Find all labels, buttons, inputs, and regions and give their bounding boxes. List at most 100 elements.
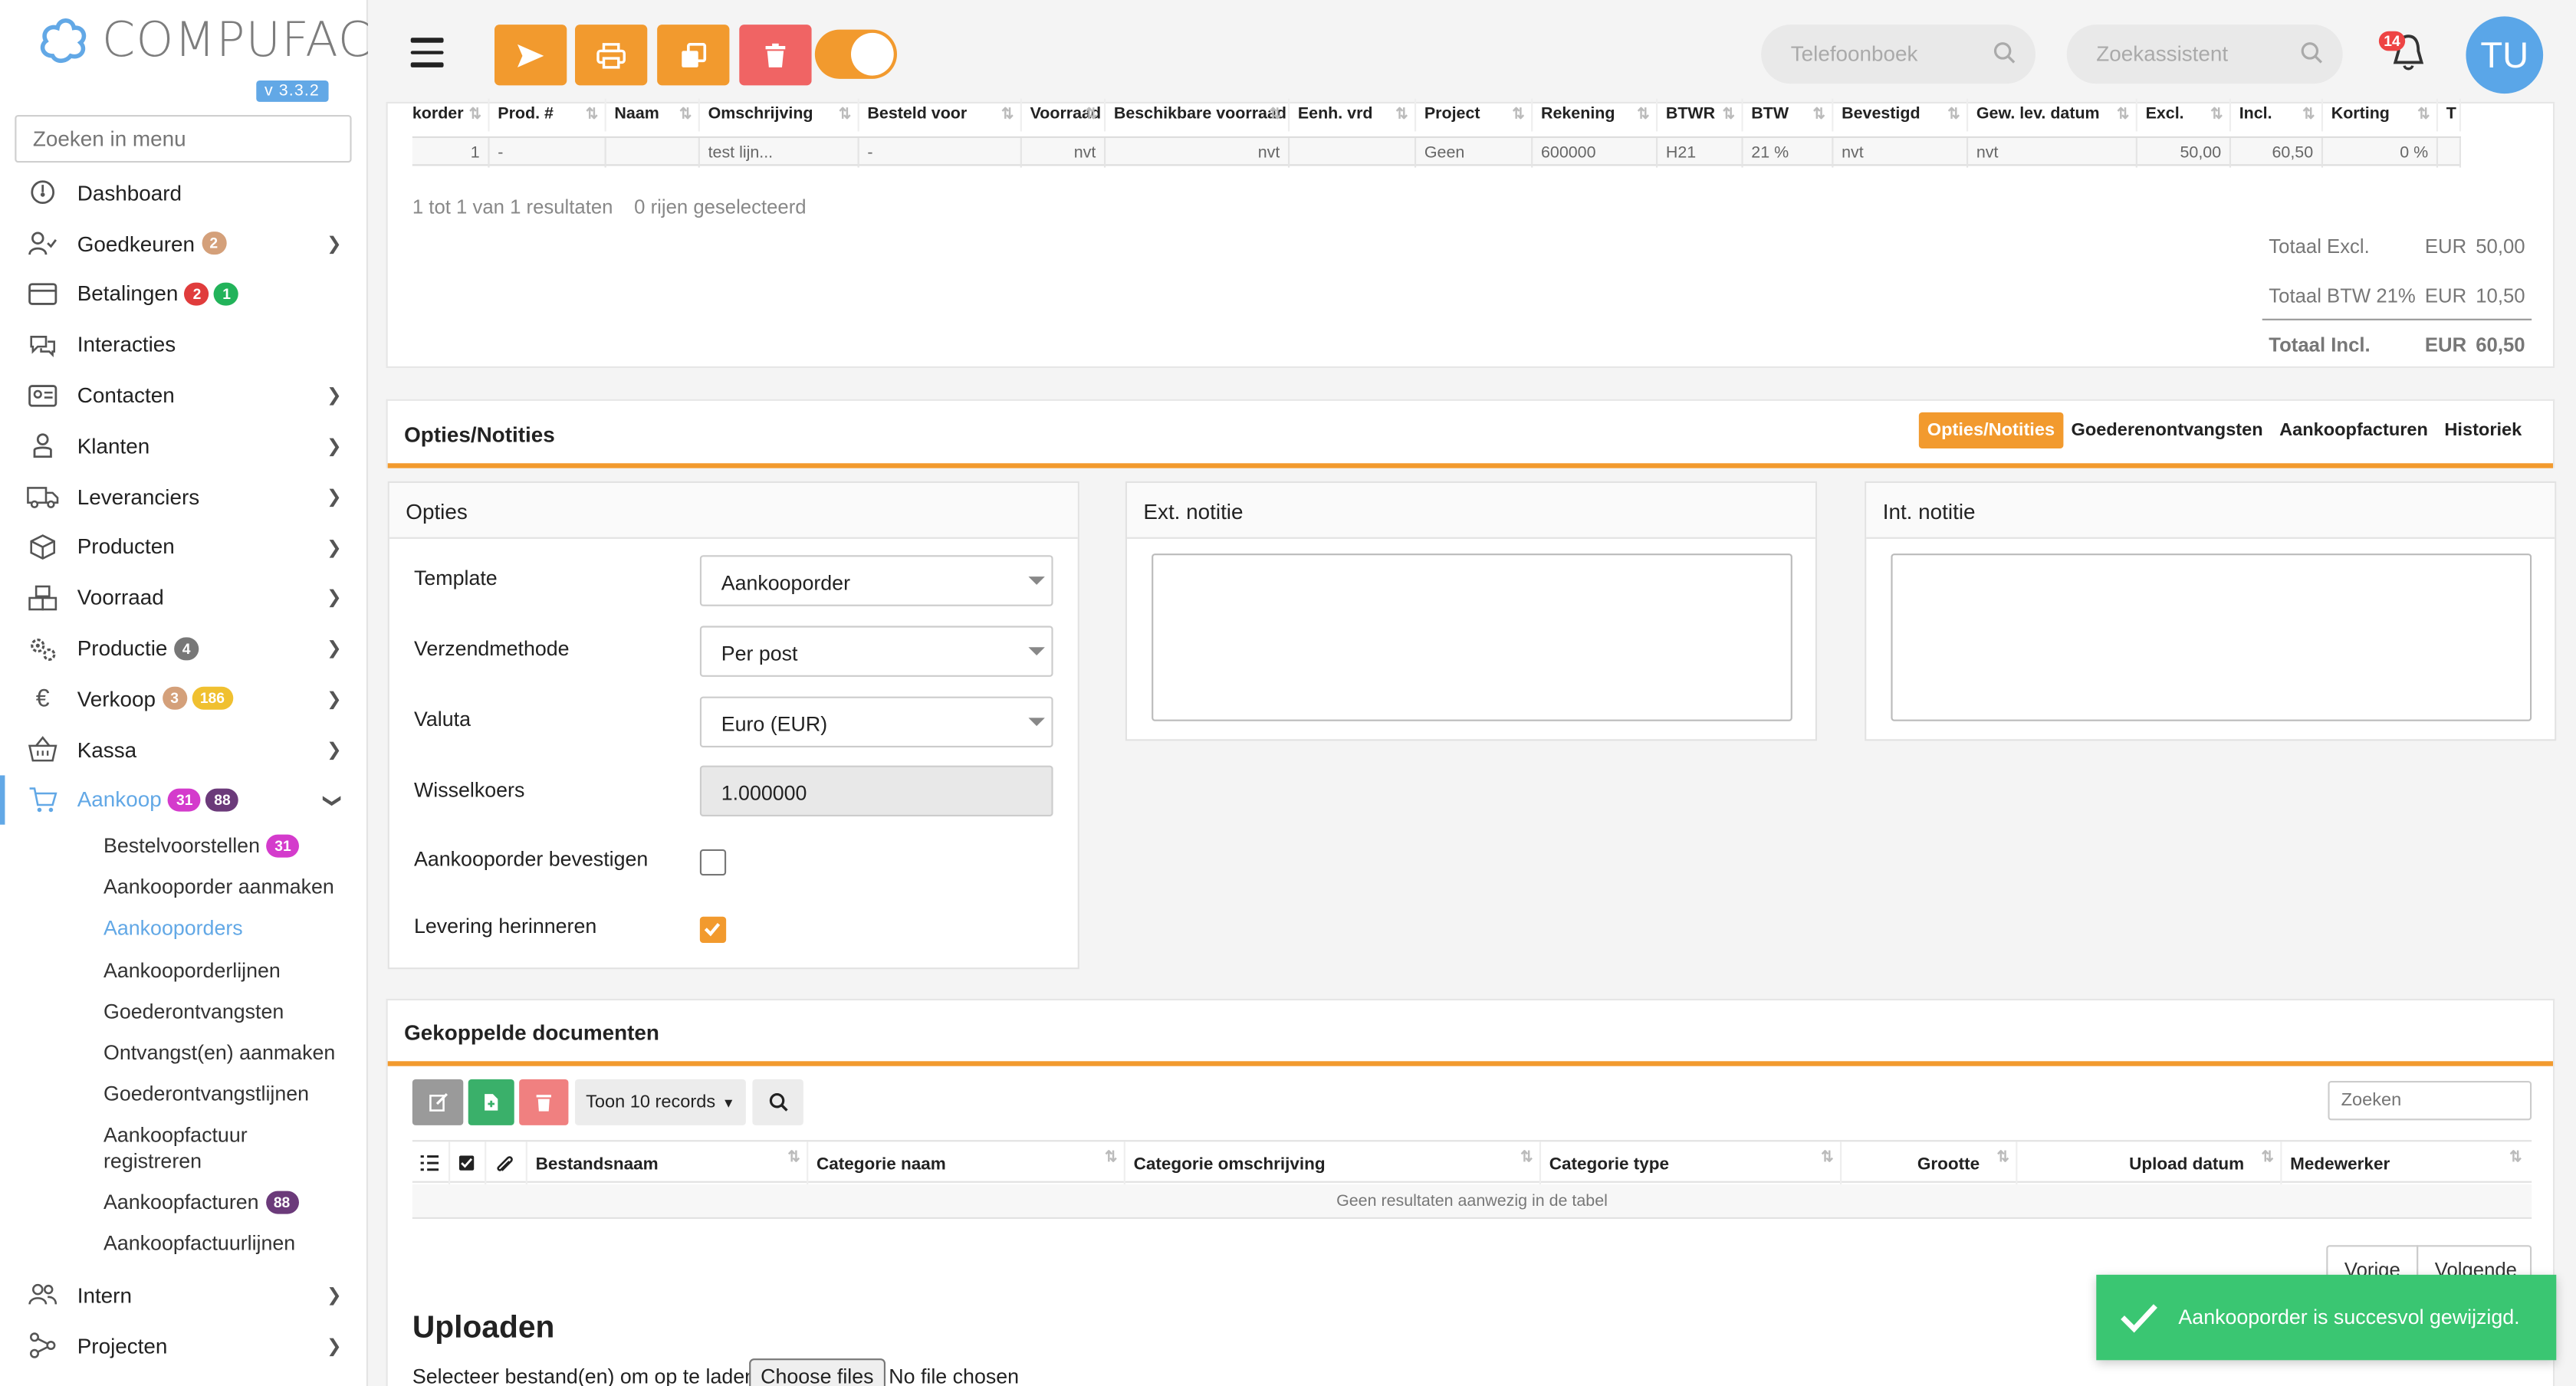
sidebar-subitem-aankoopfactuurlijnen[interactable]: Aankoopfactuurlijnen: [0, 1223, 368, 1265]
sidebar-item-aankoop[interactable]: Aankoop 31 88 ❯: [0, 774, 368, 826]
col-header[interactable]: Besteld voor ⇅: [859, 98, 1022, 132]
choose-files-button[interactable]: Choose files: [749, 1358, 886, 1386]
sidebar-item-goedkeuren[interactable]: Goedkeuren 2 ❯: [0, 218, 368, 269]
ext-note-textarea[interactable]: [1152, 553, 1792, 721]
sidebar-item-betalingen[interactable]: Betalingen 2 1: [0, 269, 368, 320]
sidebar-item-projecten[interactable]: Projecten ❯: [0, 1321, 368, 1371]
template-select[interactable]: Aankooporder: [699, 555, 1053, 606]
col-label: Korting: [2331, 105, 2390, 123]
select-all-checkbox-icon[interactable]: [450, 1141, 487, 1184]
delete-file-button[interactable]: [519, 1079, 569, 1125]
col-categorie-omschrijving[interactable]: Categorie omschrijving ⇅: [1125, 1141, 1541, 1184]
paperclip-icon[interactable]: [486, 1141, 527, 1184]
sidebar-subitem-goederontvangstlijnen[interactable]: Goederontvangstlijnen: [0, 1073, 368, 1115]
col-header[interactable]: BTW ⇅: [1743, 98, 1834, 132]
show-records-dropdown[interactable]: Toon 10 records ▼: [575, 1079, 746, 1125]
col-header[interactable]: Excl. ⇅: [2137, 98, 2231, 132]
table-cell: 50,00: [2137, 138, 2231, 168]
assistant-placeholder: Zoekassistent: [2096, 41, 2229, 66]
col-header[interactable]: Prod. # ⇅: [490, 98, 606, 132]
sidebar-item-producten[interactable]: Producten ❯: [0, 522, 368, 573]
toast-message: Aankooporder is succesvol gewijzigd.: [2178, 1306, 2520, 1329]
sidebar-item-label: Leveranciers: [77, 484, 200, 509]
sidebar-item-klanten[interactable]: Klanten ❯: [0, 421, 368, 471]
list-icon[interactable]: [412, 1141, 451, 1184]
edit-button[interactable]: [412, 1079, 464, 1125]
delete-button[interactable]: [739, 25, 812, 86]
sidebar-item-productie[interactable]: Productie 4 ❯: [0, 623, 368, 674]
hamburger-menu-icon[interactable]: [410, 38, 444, 74]
col-header[interactable]: Naam ⇅: [606, 98, 700, 132]
subitem-label: Bestelvoorstellen: [104, 834, 261, 858]
table-cell: Geen: [1416, 138, 1533, 168]
col-header[interactable]: Project ⇅: [1416, 98, 1533, 132]
sidebar-item-intern[interactable]: Intern ❯: [0, 1270, 368, 1321]
avatar[interactable]: TU: [2466, 16, 2544, 94]
assistant-search[interactable]: Zoekassistent: [2066, 25, 2343, 84]
print-button[interactable]: [575, 25, 648, 86]
tab-historiek[interactable]: Historiek: [2436, 412, 2530, 448]
col-header[interactable]: BTWR ⇅: [1658, 98, 1743, 132]
sidebar-item-interacties[interactable]: Interacties: [0, 320, 368, 370]
col-header[interactable]: Bevestigd ⇅: [1833, 98, 1969, 132]
herinneren-checkbox[interactable]: [699, 916, 727, 943]
col-header[interactable]: Gew. lev. datum ⇅: [1968, 98, 2137, 132]
send-button[interactable]: [495, 25, 567, 86]
col-categorie-naam[interactable]: Categorie naam ⇅: [808, 1141, 1125, 1184]
col-bestandsnaam[interactable]: Bestandsnaam ⇅: [527, 1141, 809, 1184]
valuta-select[interactable]: Euro (EUR): [699, 696, 1053, 747]
col-grootte[interactable]: Grootte ⇅: [1842, 1141, 2018, 1184]
col-header[interactable]: Omschrijving ⇅: [700, 98, 859, 132]
mode-toggle[interactable]: [814, 29, 897, 79]
copy-button[interactable]: [657, 25, 730, 86]
sidebar-item-voorraad[interactable]: Voorraad ❯: [0, 573, 368, 623]
show-records-label: Toon 10 records: [586, 1092, 716, 1112]
tab-aankoopfacturen[interactable]: Aankoopfacturen: [2271, 412, 2436, 448]
total-excl-label: Totaal Excl.: [2269, 235, 2370, 258]
sidebar-subitem-aankooporder-aanmaken[interactable]: Aankooporder aanmaken: [0, 866, 368, 908]
sidebar-item-contacten[interactable]: Contacten ❯: [0, 370, 368, 421]
table-cell: -: [859, 138, 1022, 168]
sidebar-item-leveranciers[interactable]: Leveranciers ❯: [0, 471, 368, 522]
subitem-label: Ontvangst(en) aanmaken: [104, 1041, 336, 1065]
sidebar-subitem-bestelvoorstellen[interactable]: Bestelvoorstellen 31: [0, 825, 368, 866]
template-value: Aankooporder: [721, 571, 850, 595]
sidebar-subitem-goederontvangsten[interactable]: Goederontvangsten: [0, 990, 368, 1032]
sidebar-item-kassa[interactable]: Kassa ❯: [0, 724, 368, 774]
menu-search-input[interactable]: [15, 115, 352, 163]
col-categorie-type[interactable]: Categorie type ⇅: [1541, 1141, 1842, 1184]
verzendmethode-select[interactable]: Per post: [699, 626, 1053, 677]
col-header[interactable]: Voorraad ⇅: [1022, 98, 1106, 132]
chevron-right-icon: ❯: [326, 740, 342, 760]
sidebar-item-dashboard[interactable]: Dashboard: [0, 168, 368, 218]
int-note-textarea[interactable]: [1891, 553, 2532, 721]
col-header[interactable]: Eenh. vrd ⇅: [1290, 98, 1417, 132]
search-button[interactable]: [752, 1079, 803, 1125]
col-header[interactable]: Beschikbare voorraad ⇅: [1106, 98, 1290, 132]
table-row[interactable]: 1- test lijn... - nvt nvt Geen 600000 H21 21 % nv…: [412, 136, 2461, 168]
documents-search-input[interactable]: [2328, 1081, 2532, 1121]
col-header[interactable]: Incl. ⇅: [2231, 98, 2323, 132]
sidebar-item-label: Interacties: [77, 332, 176, 357]
sidebar-item-verkoop[interactable]: € Verkoop 3 186 ❯: [0, 674, 368, 724]
logo[interactable]: COMPUFACT: [36, 10, 402, 69]
col-upload-datum[interactable]: Upload datum ⇅: [2017, 1141, 2282, 1184]
col-header[interactable]: korder ⇅: [404, 98, 490, 132]
phonebook-search[interactable]: Telefoonboek: [1761, 25, 2036, 84]
col-header[interactable]: Korting ⇅: [2323, 98, 2438, 132]
col-medewerker[interactable]: Medewerker ⇅: [2282, 1141, 2528, 1184]
user-check-icon: [26, 227, 59, 260]
col-header[interactable]: T: [2438, 98, 2461, 132]
app-root: COMPUFACT v 3.3.2 Dashboard Goedkeuren 2…: [0, 0, 2576, 1386]
sidebar-subitem-aankooporderlijnen[interactable]: Aankooporderlijnen: [0, 949, 368, 990]
sidebar-subitem-aankooporders[interactable]: Aankooporders: [0, 908, 368, 949]
sidebar-subitem-ontvangsten-aanmaken[interactable]: Ontvangst(en) aanmaken: [0, 1032, 368, 1073]
tab-goederenontvangsten[interactable]: Goederenontvangsten: [2063, 412, 2272, 448]
sidebar-subitem-aankoopfacturen[interactable]: Aankoopfacturen 88: [0, 1182, 368, 1223]
bevestigen-checkbox[interactable]: [699, 849, 727, 876]
tab-opties-notities[interactable]: Opties/Notities: [1919, 412, 2063, 448]
sidebar-subitem-aankoopfactuur-registreren[interactable]: Aankoopfactuur registreren: [0, 1115, 368, 1182]
col-label: Eenh. vrd: [1297, 105, 1373, 123]
add-file-button[interactable]: [468, 1079, 514, 1125]
col-header[interactable]: Rekening ⇅: [1533, 98, 1658, 132]
